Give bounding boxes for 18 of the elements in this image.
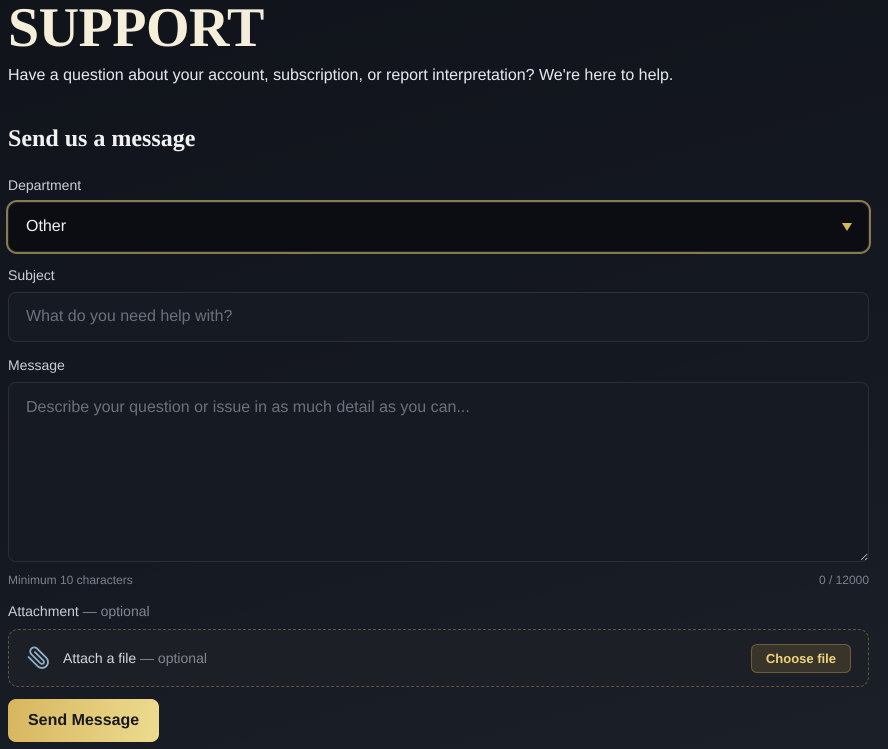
attach-prompt: Attach a file — optional	[63, 649, 207, 667]
hint-text: Minimum 10 characters	[8, 572, 133, 588]
choose-file-button[interactable]: Choose file	[750, 644, 851, 672]
field-label: Attachment — optional	[8, 602, 150, 620]
section-heading: Send us a message	[8, 125, 196, 154]
textarea-field[interactable]: Describe your question or issue in as much detail as you can...	[8, 382, 869, 562]
file-drop-zone[interactable]: Attach a file — optional Choose file	[8, 629, 869, 687]
field-label: Subject	[8, 266, 55, 284]
paperclip-icon	[26, 646, 50, 670]
caret-icon	[842, 223, 852, 231]
input-field[interactable]: What do you need help with?	[8, 292, 869, 342]
dropdown-select[interactable]: Other	[8, 202, 869, 252]
send-message-button[interactable]: Send Message	[8, 699, 160, 742]
page-title: SUPPORT	[8, 0, 264, 56]
page-subtitle: Have a question about your account, subscription, or report interpretation? We're here to help.	[8, 66, 674, 86]
field-label: Department	[8, 176, 82, 194]
character-counter: 0 / 12000	[818, 572, 869, 588]
field-label: Message	[8, 356, 65, 374]
